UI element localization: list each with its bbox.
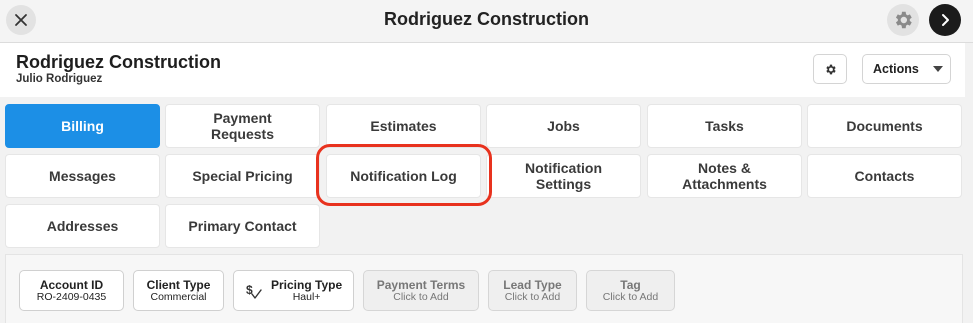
account-id-label: Account ID [39, 277, 104, 292]
gear-icon [825, 64, 836, 74]
settings-gear-button[interactable] [887, 4, 919, 36]
tab-notes-attachments-label: Notes & Attachments [682, 160, 767, 192]
tag-label: Tag [620, 277, 641, 292]
tab-notification-settings[interactable]: Notification Settings [486, 154, 641, 198]
account-id-field[interactable]: Account ID RO-2409-0435 [19, 270, 124, 311]
tab-notification-settings-label: Notification Settings [525, 160, 602, 192]
gear-icon [895, 11, 912, 29]
tab-estimates[interactable]: Estimates [326, 104, 481, 148]
tab-payment-requests-label: Payment Requests [210, 110, 275, 142]
caret-down-icon [932, 66, 943, 72]
tab-notification-log[interactable]: Notification Log [326, 154, 481, 198]
payment-terms-field[interactable]: Payment Terms Click to Add [363, 270, 479, 311]
tab-addresses[interactable]: Addresses [5, 204, 160, 248]
actions-label: Actions [873, 62, 919, 76]
tag-field[interactable]: Tag Click to Add [586, 270, 675, 311]
client-settings-button[interactable] [813, 54, 847, 84]
pricing-type-label: Pricing Type [271, 277, 343, 292]
client-type-value: Commercial [150, 290, 207, 303]
window-title: Rodriguez Construction [384, 9, 589, 29]
client-name: Rodriguez Construction [16, 52, 221, 72]
lead-type-field[interactable]: Lead Type Click to Add [488, 270, 577, 311]
tab-documents[interactable]: Documents [807, 104, 962, 148]
tab-contacts[interactable]: Contacts [807, 154, 962, 198]
account-id-value: RO-2409-0435 [36, 290, 107, 303]
client-type-label: Client Type [146, 277, 211, 292]
tab-primary-contact[interactable]: Primary Contact [165, 204, 320, 248]
tag-value: Click to Add [602, 290, 659, 303]
payment-terms-value: Click to Add [393, 290, 449, 303]
tab-messages[interactable]: Messages [5, 154, 160, 198]
tab-jobs[interactable]: Jobs [486, 104, 641, 148]
client-header: Rodriguez Construction Julio Rodriguez A… [0, 43, 965, 97]
tab-special-pricing[interactable]: Special Pricing [165, 154, 320, 198]
client-type-field[interactable]: Client Type Commercial [133, 270, 224, 311]
pricing-tag-icon: $ [246, 283, 262, 299]
actions-dropdown[interactable]: Actions [862, 54, 951, 84]
pricing-type-field[interactable]: $ Pricing Type Haul+ [233, 270, 354, 311]
contact-name: Julio Rodriguez [16, 73, 103, 85]
lead-type-value: Click to Add [504, 290, 561, 303]
next-button[interactable] [929, 4, 961, 36]
lead-type-label: Lead Type [503, 277, 562, 292]
tab-notes-attachments[interactable]: Notes & Attachments [647, 154, 802, 198]
title-bar: Rodriguez Construction [0, 0, 973, 43]
tab-payment-requests[interactable]: Payment Requests [165, 104, 320, 148]
chevron-right-icon [942, 14, 949, 26]
tab-tasks[interactable]: Tasks [647, 104, 802, 148]
pricing-type-value: Haul+ [292, 290, 321, 303]
payment-terms-label: Payment Terms [376, 277, 466, 292]
tab-billing[interactable]: Billing [5, 104, 160, 148]
